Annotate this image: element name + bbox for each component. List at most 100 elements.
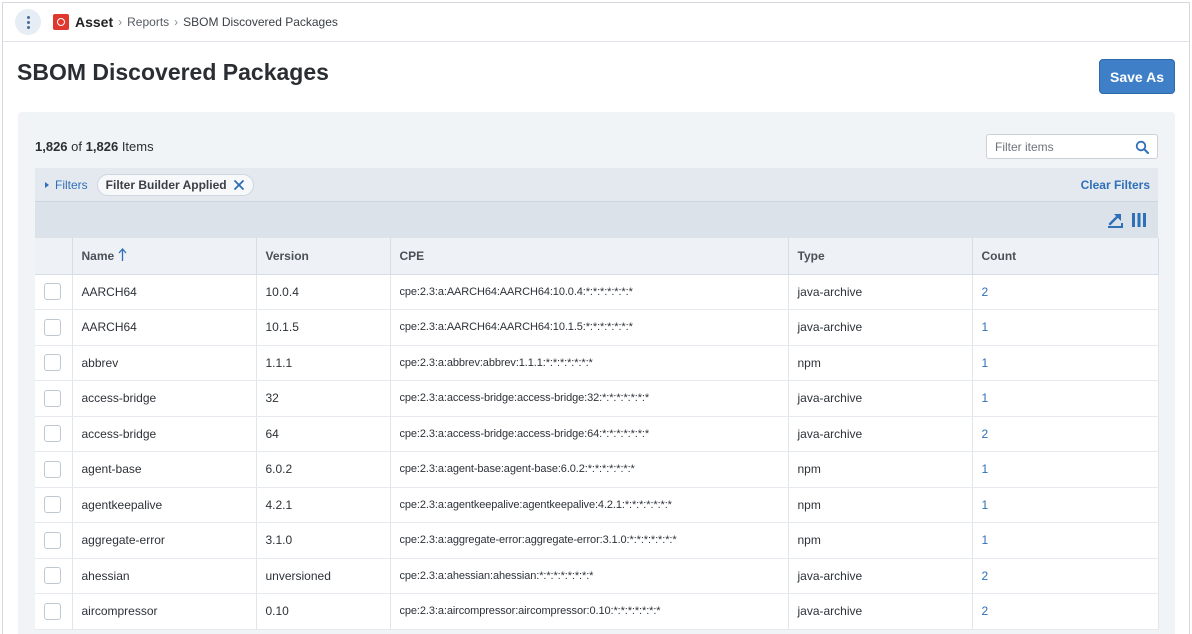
table-row[interactable]: abbrev 1.1.1 cpe:2.3:a:abbrev:abbrev:1.1.1… xyxy=(35,345,1159,381)
column-header-version[interactable]: Version xyxy=(256,238,391,275)
cell-count-link[interactable]: 2 xyxy=(972,416,1159,452)
breadcrumb-reports[interactable]: Reports xyxy=(127,15,169,29)
row-checkbox[interactable] xyxy=(44,460,61,478)
table-row[interactable]: aircompressor 0.10 cpe:2.3:a:aircompressor… xyxy=(35,593,1159,630)
table-row[interactable]: access-bridge 64 cpe:2.3:a:access-bridge:a… xyxy=(35,416,1159,452)
filters-toggle[interactable]: Filters xyxy=(45,178,88,192)
cell-cpe: cpe:2.3:a:abbrev:abbrev:1.1.1:*:*:*:*:*:… xyxy=(390,345,789,381)
cell-count-link[interactable]: 1 xyxy=(972,487,1159,523)
cell-count-link[interactable]: 2 xyxy=(972,593,1159,630)
cell-cpe: cpe:2.3:a:aircompressor:aircompressor:0.… xyxy=(390,593,789,630)
cell-cpe: cpe:2.3:a:ahessian:ahessian:*:*:*:*:*:*:… xyxy=(390,558,789,594)
app-window: Asset › Reports › SBOM Discovered Packag… xyxy=(2,2,1190,634)
table-row[interactable]: AARCH64 10.0.4 cpe:2.3:a:AARCH64:AARCH64:1… xyxy=(35,274,1159,310)
cell-version: 10.0.4 xyxy=(256,274,391,310)
cell-cpe: cpe:2.3:a:access-bridge:access-bridge:32… xyxy=(390,380,789,417)
close-icon[interactable] xyxy=(233,179,245,191)
row-select-cell xyxy=(35,380,73,417)
row-select-cell xyxy=(35,487,73,523)
breadcrumb-separator: › xyxy=(174,15,179,29)
filter-items-input[interactable] xyxy=(995,139,1135,154)
sort-ascending-icon[interactable] xyxy=(118,248,127,262)
cell-name: AARCH64 xyxy=(72,274,257,310)
table-row[interactable]: aggregate-error 3.1.0 cpe:2.3:a:aggregate-… xyxy=(35,522,1159,559)
cell-count-link[interactable]: 2 xyxy=(972,558,1159,594)
cell-name: agent-base xyxy=(72,451,257,488)
row-checkbox[interactable] xyxy=(44,389,61,407)
app-logo-icon xyxy=(53,14,69,30)
cell-count-link[interactable]: 1 xyxy=(972,380,1159,417)
table-row[interactable]: agent-base 6.0.2 cpe:2.3:a:agent-base:agen… xyxy=(35,451,1159,488)
cell-type: java-archive xyxy=(788,309,973,346)
cell-count-link[interactable]: 1 xyxy=(972,522,1159,559)
total-count: 1,826 xyxy=(85,139,119,154)
column-header-type[interactable]: Type xyxy=(788,238,973,275)
top-bar: Asset › Reports › SBOM Discovered Packag… xyxy=(3,3,1189,42)
column-header-count[interactable]: Count xyxy=(972,238,1159,275)
cell-type: java-archive xyxy=(788,558,973,594)
row-checkbox[interactable] xyxy=(44,354,61,372)
row-checkbox[interactable] xyxy=(44,531,61,549)
cell-count-link[interactable]: 1 xyxy=(972,309,1159,346)
row-select-cell xyxy=(35,593,73,630)
report-panel: 1,826 of 1,826 Items Filters Filter Buil… xyxy=(18,112,1175,634)
page-title: SBOM Discovered Packages xyxy=(17,59,329,85)
filter-items-field[interactable] xyxy=(986,134,1158,159)
column-header-cpe[interactable]: CPE xyxy=(390,238,789,275)
cell-count-link[interactable]: 1 xyxy=(972,345,1159,381)
row-checkbox[interactable] xyxy=(44,496,61,514)
export-icon[interactable] xyxy=(1106,211,1124,229)
count-unit: Items xyxy=(121,139,154,154)
row-checkbox[interactable] xyxy=(44,318,61,336)
filter-bar: Filters Filter Builder Applied Clear Fil… xyxy=(35,168,1158,201)
item-count: 1,826 of 1,826 Items xyxy=(35,139,154,154)
search-icon[interactable] xyxy=(1135,140,1149,154)
row-select-cell xyxy=(35,522,73,559)
cell-cpe: cpe:2.3:a:access-bridge:access-bridge:64… xyxy=(390,416,789,452)
count-of: of xyxy=(71,139,83,154)
columns-icon[interactable] xyxy=(1130,211,1148,229)
column-header-name[interactable]: Name xyxy=(72,238,257,275)
save-as-button[interactable]: Save As xyxy=(1099,59,1175,94)
shown-count: 1,826 xyxy=(35,139,68,154)
row-checkbox[interactable] xyxy=(44,283,61,301)
row-select-cell xyxy=(35,558,73,594)
cell-type: npm xyxy=(788,451,973,488)
row-select-cell xyxy=(35,416,73,452)
row-select-cell xyxy=(35,345,73,381)
cell-version: 4.2.1 xyxy=(256,487,391,523)
filter-chip: Filter Builder Applied xyxy=(96,173,254,196)
cell-version: 32 xyxy=(256,380,391,417)
caret-right-icon xyxy=(45,181,49,188)
cell-type: java-archive xyxy=(788,593,973,630)
row-checkbox[interactable] xyxy=(44,425,61,443)
cell-name: aggregate-error xyxy=(72,522,257,559)
cell-version: unversioned xyxy=(256,558,391,594)
table-row[interactable]: agentkeepalive 4.2.1 cpe:2.3:a:agentkeepal… xyxy=(35,487,1159,523)
cell-name: AARCH64 xyxy=(72,309,257,346)
cell-count-link[interactable]: 1 xyxy=(972,451,1159,488)
cell-version: 0.10 xyxy=(256,593,391,630)
cell-name: access-bridge xyxy=(72,380,257,417)
cell-version: 6.0.2 xyxy=(256,451,391,488)
table-row[interactable]: access-bridge 32 cpe:2.3:a:access-bridge:a… xyxy=(35,380,1159,417)
table-toolbar xyxy=(35,201,1158,238)
table-row[interactable]: ahessian unversioned cpe:2.3:a:ahessian:ah… xyxy=(35,558,1159,594)
cell-type: java-archive xyxy=(788,274,973,310)
cell-version: 3.1.0 xyxy=(256,522,391,559)
cell-version: 1.1.1 xyxy=(256,345,391,381)
clear-filters-link[interactable]: Clear Filters xyxy=(1081,178,1150,192)
cell-name: abbrev xyxy=(72,345,257,381)
row-select-cell xyxy=(35,451,73,488)
kebab-menu-icon[interactable] xyxy=(15,9,41,35)
cell-count-link[interactable]: 2 xyxy=(972,274,1159,310)
filters-toggle-label: Filters xyxy=(55,177,88,192)
breadcrumb-separator: › xyxy=(118,15,123,29)
breadcrumb-app[interactable]: Asset xyxy=(75,14,113,30)
cell-type: java-archive xyxy=(788,380,973,417)
row-checkbox[interactable] xyxy=(44,602,61,620)
table-row[interactable]: AARCH64 10.1.5 cpe:2.3:a:AARCH64:AARCH64:1… xyxy=(35,309,1159,346)
row-checkbox[interactable] xyxy=(44,567,61,585)
cell-version: 64 xyxy=(256,416,391,452)
cell-name: ahessian xyxy=(72,558,257,594)
